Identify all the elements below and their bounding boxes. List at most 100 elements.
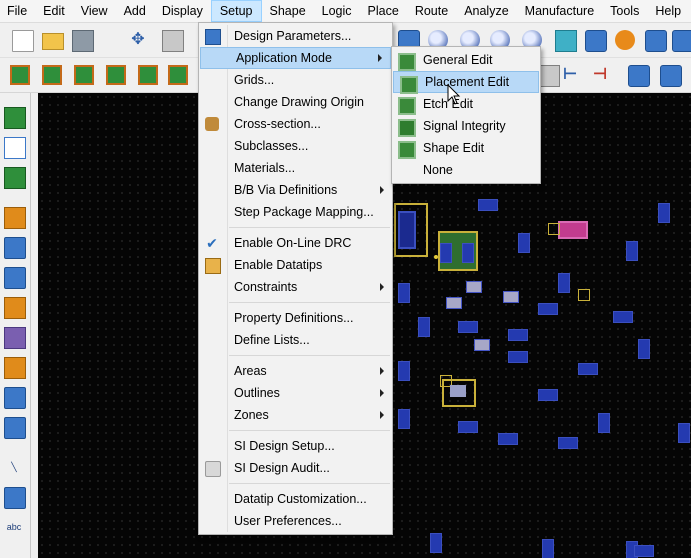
pad <box>478 199 498 211</box>
menu-item-application-mode[interactable]: Application Mode <box>200 47 391 69</box>
route-icon[interactable] <box>4 327 26 349</box>
layer-icon[interactable] <box>106 65 126 85</box>
menu-item-si-design-setup[interactable]: SI Design Setup... <box>199 435 392 457</box>
pad <box>658 203 670 223</box>
layer-icon[interactable] <box>138 65 158 85</box>
space-icon[interactable]: ⊣ <box>590 65 610 85</box>
submenu-item-shape-edit[interactable]: Shape Edit <box>392 137 540 159</box>
menu-item-property-definitions[interactable]: Property Definitions... <box>199 307 392 329</box>
pad <box>446 297 462 309</box>
menu-shape[interactable]: Shape <box>262 0 314 22</box>
menu-item-label: Cross-section... <box>234 117 321 131</box>
gen-icon[interactable] <box>660 65 682 87</box>
bus-icon[interactable] <box>4 357 26 379</box>
move-icon[interactable]: ✥ <box>128 30 148 50</box>
layer-icon[interactable] <box>42 65 62 85</box>
distribute-icon[interactable]: ⊢ <box>560 65 580 85</box>
shape-edit-icon <box>398 141 416 159</box>
menu-item-define-lists[interactable]: Define Lists... <box>199 329 392 351</box>
menu-item-label: Materials... <box>234 161 296 175</box>
menu-tools[interactable]: Tools <box>602 0 647 22</box>
rectangle-tool-icon[interactable] <box>4 487 26 509</box>
datatip-icon <box>205 258 221 274</box>
submenu-item-placement-edit[interactable]: Placement Edit <box>393 71 539 94</box>
menu-item-label: SI Design Audit... <box>234 461 330 475</box>
layer-icon[interactable] <box>10 65 30 85</box>
pad <box>466 281 482 293</box>
delay-tune-icon[interactable] <box>4 267 26 289</box>
via-icon[interactable] <box>4 387 26 409</box>
glossing-icon[interactable] <box>4 417 26 439</box>
menu-view[interactable]: View <box>73 0 116 22</box>
menu-item-subclasses[interactable]: Subclasses... <box>199 135 392 157</box>
pin-icon[interactable] <box>4 137 26 159</box>
menu-analyze[interactable]: Analyze <box>456 0 516 22</box>
zoom-world-icon[interactable] <box>585 30 607 52</box>
more-tools-icon[interactable] <box>672 30 691 52</box>
align-icon[interactable] <box>538 65 560 87</box>
menu-file[interactable]: File <box>0 0 35 22</box>
menu-item-change-drawing-origin[interactable]: Change Drawing Origin <box>199 91 392 113</box>
menu-setup[interactable]: Setup <box>210 0 262 22</box>
menu-item-constraints[interactable]: Constraints <box>199 276 392 298</box>
menu-place[interactable]: Place <box>360 0 407 22</box>
pad <box>518 233 530 253</box>
redraw-icon[interactable] <box>615 30 635 50</box>
slide-icon[interactable] <box>4 237 26 259</box>
menu-item-enable-datatips[interactable]: Enable Datatips <box>199 254 392 276</box>
submenu-item-signal-integrity[interactable]: Signal Integrity <box>392 115 540 137</box>
pad <box>578 289 590 301</box>
menu-item-datatip-customization[interactable]: Datatip Customization... <box>199 488 392 510</box>
pad <box>398 283 410 303</box>
open-folder-icon[interactable] <box>42 33 64 50</box>
menu-item-bb-via-definitions[interactable]: B/B Via Definitions <box>199 179 392 201</box>
new-file-icon[interactable] <box>12 30 34 52</box>
submenu-item-label: Shape Edit <box>423 141 485 155</box>
menu-item-label: Property Definitions... <box>234 311 354 325</box>
menu-help[interactable]: Help <box>647 0 689 22</box>
submenu-arrow-icon <box>378 54 382 62</box>
place-component-icon[interactable] <box>4 107 26 129</box>
menu-item-cross-section[interactable]: Cross-section... <box>199 113 392 135</box>
menu-item-materials[interactable]: Materials... <box>199 157 392 179</box>
submenu-item-none[interactable]: None <box>392 159 540 181</box>
pad <box>558 221 588 239</box>
layer-icon[interactable] <box>168 65 188 85</box>
menu-add[interactable]: Add <box>116 0 154 22</box>
refresh-icon[interactable] <box>555 30 577 52</box>
menu-item-label: Subclasses... <box>234 139 309 153</box>
menu-route[interactable]: Route <box>407 0 456 22</box>
menu-item-label: SI Design Setup... <box>234 439 335 453</box>
menu-item-si-design-audit[interactable]: SI Design Audit... <box>199 457 392 479</box>
menu-item-design-parameters[interactable]: Design Parameters... <box>199 25 392 47</box>
menu-item-outlines[interactable]: Outlines <box>199 382 392 404</box>
menu-display[interactable]: Display <box>154 0 211 22</box>
submenu-item-general-edit[interactable]: General Edit <box>392 49 540 71</box>
add-connect-icon[interactable] <box>4 207 26 229</box>
submenu-item-etch-edit[interactable]: Etch Edit <box>392 93 540 115</box>
3d-view-icon[interactable] <box>645 30 667 52</box>
submenu-arrow-icon <box>380 367 384 375</box>
fanout-icon[interactable] <box>4 297 26 319</box>
shape-icon[interactable] <box>4 167 26 189</box>
menu-logic[interactable]: Logic <box>314 0 360 22</box>
save-icon[interactable] <box>72 30 94 52</box>
text-tool-icon[interactable]: abc <box>4 517 24 537</box>
menu-item-grids[interactable]: Grids... <box>199 69 392 91</box>
pad <box>538 389 558 401</box>
menu-manufacture[interactable]: Manufacture <box>517 0 602 22</box>
menu-edit[interactable]: Edit <box>35 0 73 22</box>
menu-item-zones[interactable]: Zones <box>199 404 392 426</box>
menu-item-label: Datatip Customization... <box>234 492 367 506</box>
pad <box>578 363 598 375</box>
layer-icon[interactable] <box>74 65 94 85</box>
check-icon: ✔ <box>206 235 218 251</box>
menu-item-user-preferences[interactable]: User Preferences... <box>199 510 392 532</box>
line-tool-icon[interactable]: ╲ <box>4 457 24 477</box>
menu-item-label: Outlines <box>234 386 280 400</box>
copy-icon[interactable] <box>162 30 184 52</box>
menu-item-areas[interactable]: Areas <box>199 360 392 382</box>
menu-item-enable-online-drc[interactable]: ✔ Enable On-Line DRC <box>199 232 392 254</box>
report-icon[interactable] <box>628 65 650 87</box>
menu-item-step-package-mapping[interactable]: Step Package Mapping... <box>199 201 392 223</box>
